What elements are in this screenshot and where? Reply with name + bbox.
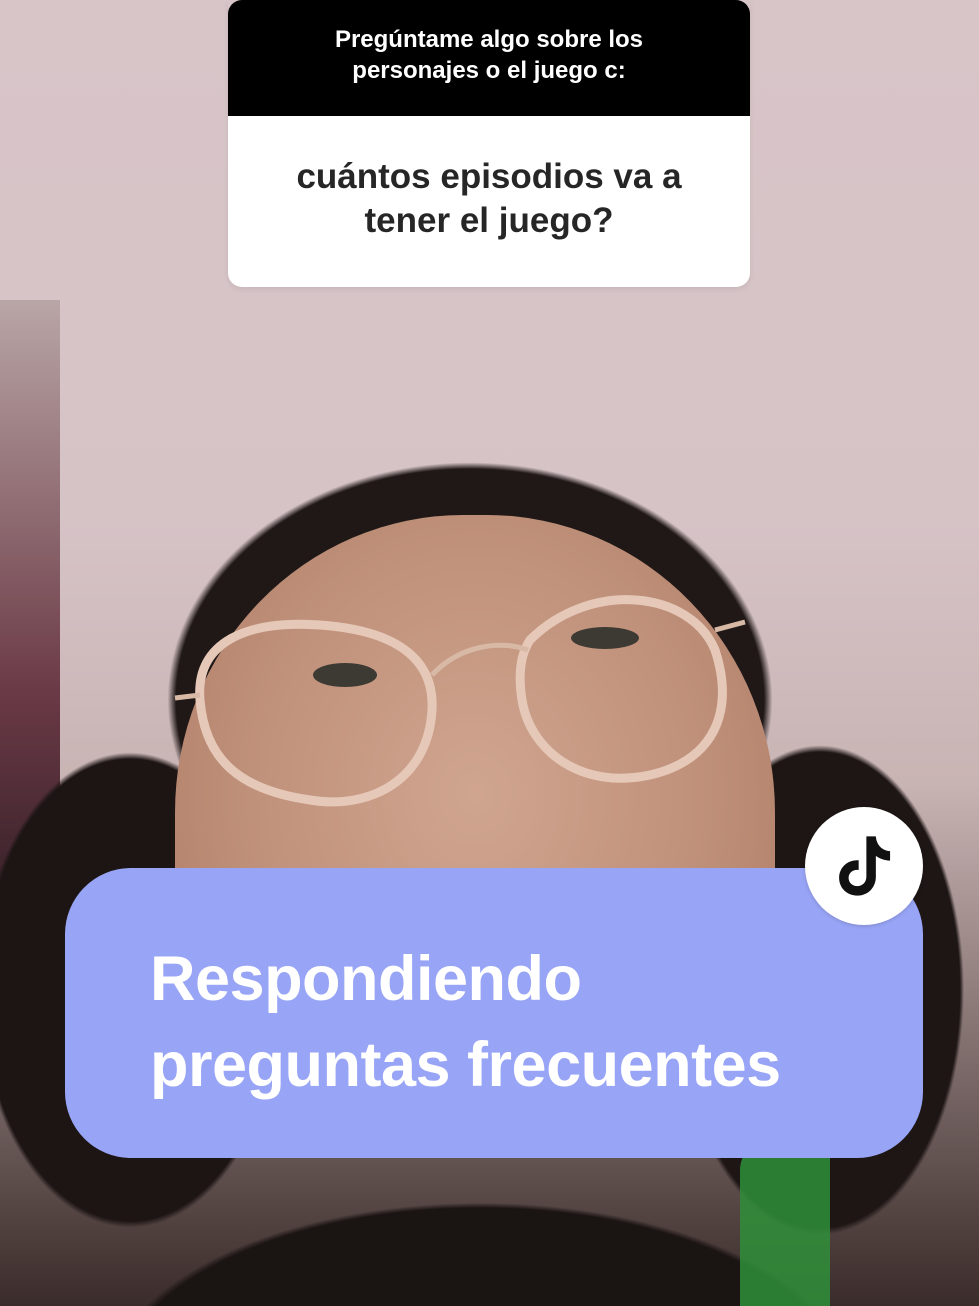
question-sticker-body: cuántos episodios va a tener el juego? xyxy=(228,116,750,287)
question-text: cuántos episodios va a tener el juego? xyxy=(296,156,682,240)
caption-line-2: preguntas frecuentes xyxy=(150,1030,781,1100)
glasses-illustration xyxy=(174,595,746,807)
question-prompt: Pregúntame algo sobre los personajes o e… xyxy=(334,26,644,84)
caption-text: Respondiendo preguntas frecuentes xyxy=(150,936,890,1108)
shirt-detail xyxy=(740,1140,830,1306)
question-sticker[interactable]: Pregúntame algo sobre los personajes o e… xyxy=(228,0,750,287)
caption-bubble: Respondiendo preguntas frecuentes xyxy=(65,868,923,1158)
tiktok-icon xyxy=(839,836,891,896)
caption-line-1: Respondiendo xyxy=(150,944,582,1014)
video-frame: Pregúntame algo sobre los personajes o e… xyxy=(0,0,979,1306)
tiktok-badge xyxy=(805,807,923,925)
question-sticker-header: Pregúntame algo sobre los personajes o e… xyxy=(228,0,750,116)
